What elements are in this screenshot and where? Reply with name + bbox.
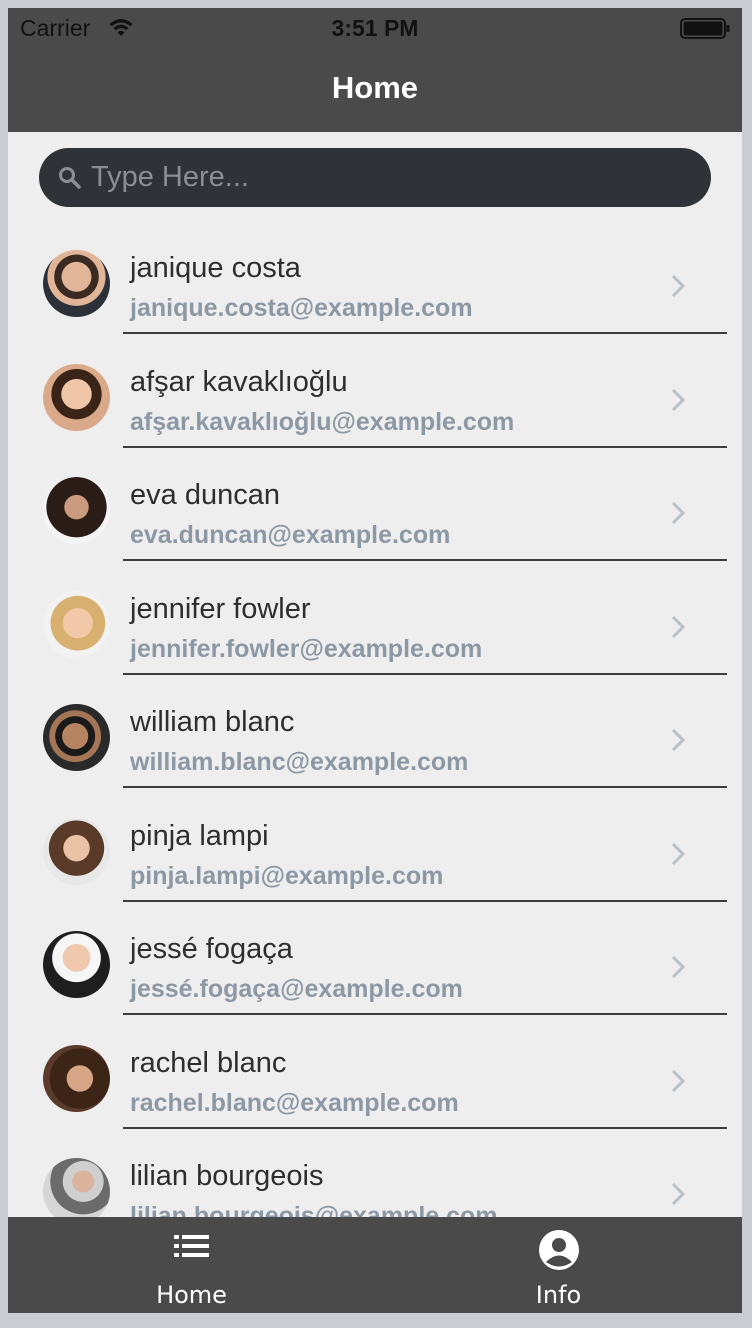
page-title: Home [331, 70, 419, 105]
contact-email: eva.duncan@example.com [130, 521, 451, 549]
account-circle-icon [538, 1230, 579, 1270]
contact-name: william blanc [130, 706, 295, 738]
contact-email: jessé.fogaça@example.com [130, 975, 463, 1003]
contact-name: janique costa [130, 252, 301, 284]
contact-name: pinja lampi [130, 819, 269, 852]
avatar [43, 817, 110, 885]
list-icon [173, 1235, 209, 1257]
chevron-right-icon [671, 274, 686, 298]
avatar [43, 704, 110, 771]
list-item[interactable]: afşar kavaklıoğlu afşar.kavaklıoğlu@exam… [8, 340, 742, 454]
list-item[interactable]: rachel blanc rachel.blanc@example.com [8, 1021, 742, 1135]
tab-label: Info [535, 1281, 582, 1309]
divider [123, 445, 727, 448]
contact-email: afşar.kavaklıoğlu@example.com [130, 407, 515, 436]
contact-email: pinja.lampi@example.com [130, 861, 444, 890]
divider [123, 1013, 727, 1015]
tab-label: Home [156, 1281, 227, 1309]
contact-email: janique.costa@example.com [130, 294, 473, 322]
contact-email: william.blanc@example.com [130, 748, 469, 776]
search-bar[interactable] [39, 148, 711, 207]
chevron-right-icon [671, 1069, 686, 1092]
clock: 3:51 PM [331, 15, 419, 41]
tab-home[interactable]: Home [8, 1217, 375, 1313]
avatar [43, 363, 110, 431]
contact-name: eva duncan [130, 479, 280, 511]
contact-name: rachel blanc [130, 1046, 287, 1079]
avatar [43, 1044, 110, 1112]
divider [123, 1126, 727, 1129]
divider [123, 559, 727, 561]
list-item[interactable]: william blanc william.blanc@example.com [8, 680, 742, 794]
chevron-right-icon [671, 388, 686, 411]
divider [123, 332, 727, 334]
divider [123, 899, 727, 902]
list-item[interactable]: pinja lampi pinja.lampi@example.com [8, 794, 742, 908]
contact-email: rachel.blanc@example.com [130, 1088, 459, 1117]
contact-name: lilian bourgeois [130, 1160, 324, 1192]
battery-icon [680, 18, 730, 39]
contact-name: jessé fogaça [130, 933, 293, 965]
chevron-right-icon [671, 842, 686, 865]
avatar [43, 250, 110, 317]
chevron-right-icon [671, 1182, 686, 1206]
contact-name: afşar kavaklıoğlu [130, 365, 348, 398]
avatar [43, 590, 110, 658]
list-item[interactable]: jennifer fowler jennifer.fowler@example.… [8, 567, 742, 681]
tab-info[interactable]: Info [375, 1217, 742, 1313]
navigation-bar: Carrier 3:51 PM Home [8, 8, 742, 132]
contact-email: jennifer.fowler@example.com [130, 634, 483, 663]
app-screen: Carrier 3:51 PM Home janique costa [8, 8, 742, 1313]
search-input[interactable] [91, 148, 691, 207]
divider [123, 672, 727, 675]
avatar [43, 477, 110, 544]
list-item[interactable]: jessé fogaça jessé.fogaça@example.com [8, 907, 742, 1021]
list-item[interactable]: janique costa janique.costa@example.com [8, 226, 742, 340]
chevron-right-icon [671, 501, 686, 525]
contact-name: jennifer fowler [130, 592, 311, 625]
avatar [43, 1158, 110, 1225]
status-bar: Carrier 3:51 PM [8, 8, 742, 48]
chevron-right-icon [671, 615, 686, 638]
chevron-right-icon [671, 728, 686, 752]
list-item[interactable]: eva duncan eva.duncan@example.com [8, 453, 742, 567]
chevron-right-icon [671, 955, 686, 979]
avatar [43, 931, 110, 998]
search-icon [59, 167, 81, 189]
tab-bar: Home Info [8, 1217, 742, 1313]
divider [123, 786, 727, 788]
